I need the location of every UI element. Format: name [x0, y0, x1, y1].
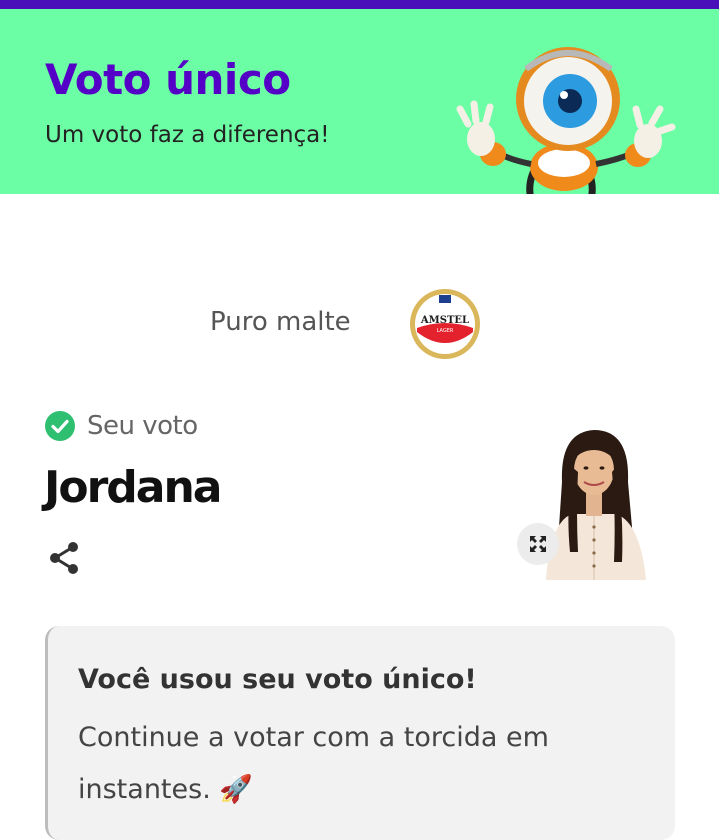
notice-title: Você usou seu voto único! [78, 664, 477, 695]
expand-icon [530, 536, 546, 552]
amstel-logo: AMSTEL LAGER [410, 289, 480, 359]
page-header: Voto único Um voto faz a diferença! [0, 9, 719, 194]
notice-text: Continue a votar com a torcida em instan… [78, 722, 549, 805]
sponsor-text: Puro malte [210, 307, 351, 337]
top-accent-bar [0, 0, 719, 9]
big-brother-mascot-icon [456, 47, 676, 194]
expand-photo-button[interactable] [517, 523, 559, 565]
page-title: Voto único [45, 55, 291, 104]
page-subtitle: Um voto faz a diferença! [45, 122, 330, 148]
candidate-name: Jordana [44, 462, 223, 513]
check-circle-icon [45, 411, 75, 441]
sponsor-logo-brand: AMSTEL [420, 315, 469, 326]
sponsor-logo-sub: LAGER [437, 328, 454, 334]
vote-used-notice: Você usou seu voto único! Continue a vot… [45, 626, 675, 840]
vote-status-label: Seu voto [87, 411, 198, 441]
share-icon[interactable] [46, 539, 82, 577]
